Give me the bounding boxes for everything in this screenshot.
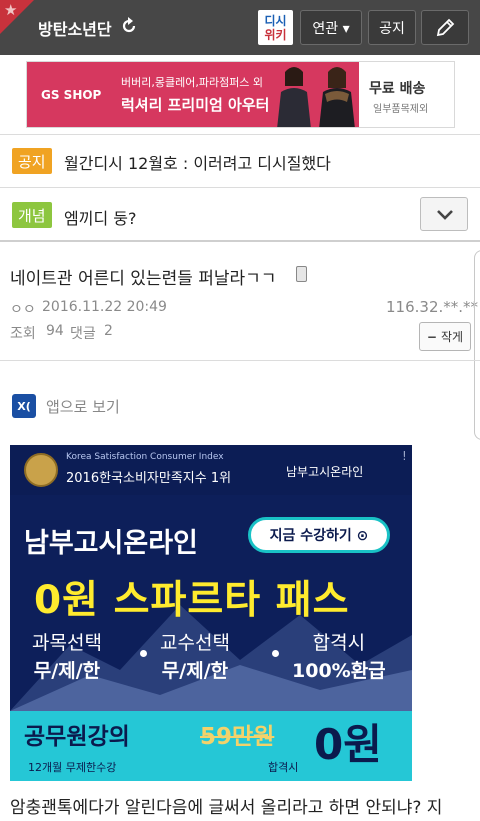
- pencil-icon: [436, 18, 455, 36]
- post-ip: 116.32.**.**: [386, 298, 479, 316]
- shipping-note: 일부품목제외: [373, 104, 429, 115]
- divider: [0, 134, 480, 135]
- notice-link[interactable]: 월간디시 12월호 : 이러려고 디시질했다: [64, 150, 331, 174]
- ad-pass-note: 합격시: [268, 761, 299, 774]
- concept-link[interactable]: 엠끼디 둥?: [64, 205, 136, 229]
- post-title: 네이트관 어른디 있는련들 퍼날라ㄱㄱ: [10, 269, 277, 289]
- ad-feature-line: 합격시: [312, 632, 366, 654]
- post-author[interactable]: ㅇㅇ: [10, 299, 36, 319]
- ad-headline: 남부고시온라인: [24, 528, 198, 559]
- gs-shop-logo: GS SHOP: [41, 88, 102, 102]
- minus-icon: −: [426, 329, 437, 344]
- views-count: 94: [46, 323, 64, 339]
- ad-feature-line: 교수선택: [160, 632, 230, 654]
- related-button[interactable]: 연관 ▾: [300, 10, 362, 45]
- write-button[interactable]: [421, 10, 469, 45]
- ad-cta-button[interactable]: 지금 수강하기 ⊙: [248, 517, 390, 553]
- banner-headline: 럭셔리 프리미엄 아우터: [121, 96, 270, 114]
- concept-tag: 개념: [12, 202, 52, 228]
- dcwiki-button[interactable]: 디시 위키: [258, 10, 293, 45]
- ad-index-text: 2016한국소비자만족지수 1위: [66, 471, 232, 486]
- ad-new-price: 0원: [314, 720, 382, 769]
- wiki-line2: 위키: [264, 27, 287, 42]
- banner-subtitle: 버버리,몽클레어,파라점퍼스 외: [121, 76, 264, 89]
- ad-sparta-pass: 0원 스파르타 패스: [34, 578, 350, 623]
- model-image: [319, 67, 355, 127]
- ad-feature-line: 무/제/한: [33, 660, 101, 682]
- ad-course-note: 12개월 무제한수강: [28, 761, 117, 774]
- ad-feature-line: 100%환급: [292, 660, 386, 682]
- mobile-icon: [296, 266, 307, 282]
- ad-course-label: 공무원강의: [24, 724, 130, 750]
- notice-tag: 공지: [12, 148, 52, 174]
- award-medal-icon: [24, 453, 58, 487]
- banner-ad[interactable]: GS SHOP 버버리,몽클레어,파라점퍼스 외 럭셔리 프리미엄 아우터 무료…: [26, 61, 455, 128]
- gallery-title[interactable]: 방탄소년단: [38, 16, 112, 40]
- ad-feature-professor: 교수선택 무/제/한: [160, 629, 230, 685]
- ad-feature-line: 무/제/한: [161, 660, 229, 682]
- ad-info-icon[interactable]: !: [402, 449, 407, 463]
- ad-brand: 남부고시온라인: [286, 465, 364, 479]
- chevron-down-icon: [437, 210, 453, 220]
- views-label: 조회: [10, 326, 36, 342]
- exam-ad[interactable]: Korea Satisfaction Consumer Index 2016한국…: [10, 445, 412, 781]
- refresh-icon[interactable]: [120, 17, 138, 35]
- ad-bullet: [140, 650, 147, 657]
- star-icon[interactable]: ★: [4, 3, 17, 18]
- comments-count: 2: [104, 323, 113, 339]
- open-in-app-link[interactable]: 앱으로 보기: [46, 396, 120, 417]
- ad-feature-refund: 합격시 100%환급: [292, 629, 386, 685]
- free-shipping-text: 무료 배송: [369, 81, 426, 97]
- model-image: [277, 67, 311, 127]
- post-date: 2016.11.22 20:49: [42, 299, 167, 315]
- wiki-line1: 디시: [264, 13, 287, 28]
- ad-feature-line: 과목선택: [32, 632, 102, 654]
- divider: [0, 240, 480, 242]
- font-smaller-button[interactable]: − 작게: [419, 322, 471, 351]
- font-smaller-label: 작게: [440, 330, 464, 344]
- ad-ksi-text: Korea Satisfaction Consumer Index: [66, 452, 224, 462]
- ad-old-price: 59만원: [200, 724, 275, 750]
- expand-button[interactable]: [420, 197, 468, 231]
- scroll-handle[interactable]: [474, 250, 480, 440]
- comments-label: 댓글: [70, 326, 96, 342]
- divider: [0, 187, 480, 188]
- post-body: 암충괜톡에다가 알린다음에 글써서 올리라고 하면 안되냐? 지: [10, 798, 443, 818]
- divider: [0, 360, 480, 361]
- ad-feature-subject: 과목선택 무/제/한: [32, 629, 102, 685]
- ad-bottom-strip: 공무원강의 59만원 0원 12개월 무제한수강 합격시: [10, 711, 412, 781]
- notice-button[interactable]: 공지: [368, 10, 416, 45]
- ad-bullet: [272, 650, 279, 657]
- dc-app-icon[interactable]: X(: [12, 394, 36, 418]
- top-bar: ★ 방탄소년단 디시 위키 연관 ▾ 공지: [0, 0, 480, 55]
